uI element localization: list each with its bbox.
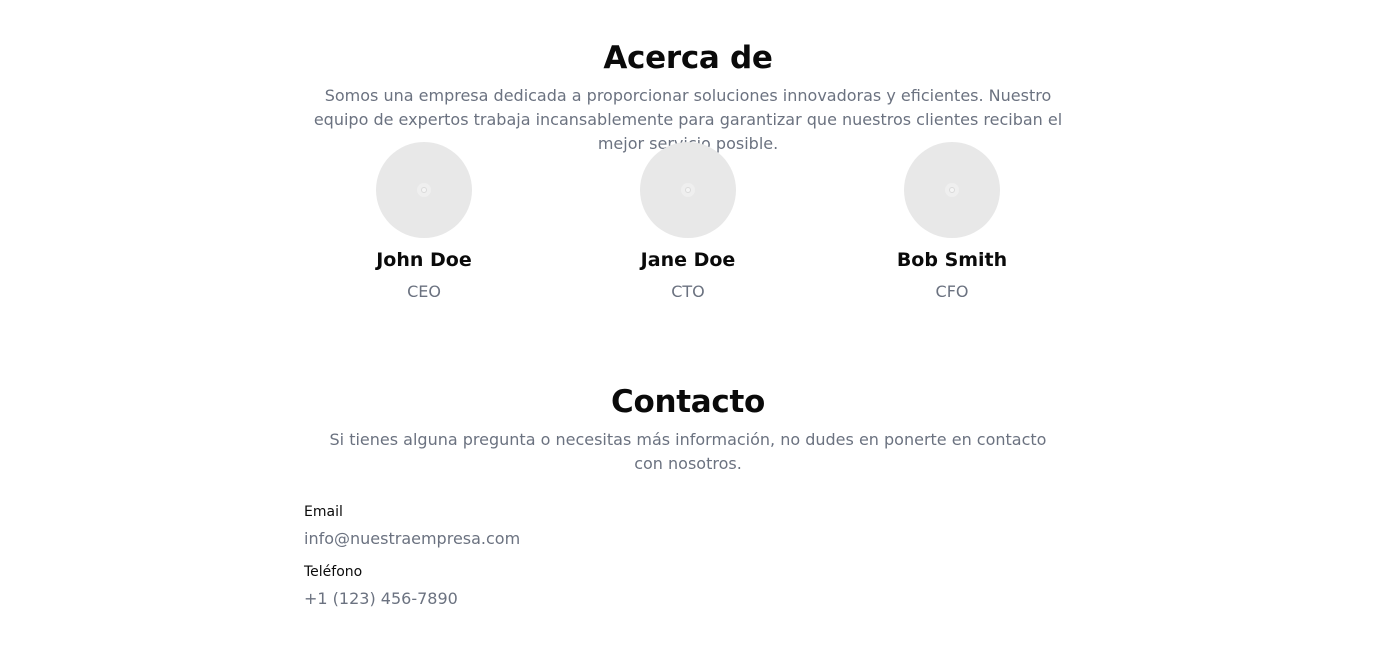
phone-value[interactable]: +1 (123) 456-7890 bbox=[304, 588, 804, 610]
contact-details: Email info@nuestraempresa.com Teléfono +… bbox=[304, 502, 804, 610]
member-role: CEO bbox=[407, 282, 441, 301]
team-member-card: Jane Doe CTO bbox=[588, 142, 788, 302]
image-placeholder-icon bbox=[681, 183, 695, 197]
email-value[interactable]: info@nuestraempresa.com bbox=[304, 528, 804, 550]
contact-title: Contacto bbox=[611, 384, 765, 420]
member-name: Bob Smith bbox=[896, 249, 1008, 271]
team-member-card: John Doe CEO bbox=[324, 142, 524, 302]
team-grid: John Doe CEO Jane Doe CTO Bob Smith CFO bbox=[0, 142, 1376, 312]
avatar bbox=[904, 142, 1000, 238]
image-placeholder-icon bbox=[417, 183, 431, 197]
member-name: Jane Doe bbox=[640, 249, 736, 271]
contact-section: Contacto Si tienes alguna pregunta o nec… bbox=[0, 382, 1376, 476]
avatar bbox=[640, 142, 736, 238]
member-name: John Doe bbox=[376, 249, 472, 271]
about-title: Acerca de bbox=[603, 40, 773, 76]
contact-description: Si tienes alguna pregunta o necesitas má… bbox=[329, 430, 1047, 473]
page: Acerca de Somos una empresa dedicada a p… bbox=[0, 0, 1376, 652]
avatar bbox=[376, 142, 472, 238]
about-section: Acerca de Somos una empresa dedicada a p… bbox=[0, 38, 1376, 156]
team-member-card: Bob Smith CFO bbox=[852, 142, 1052, 302]
member-role: CFO bbox=[935, 282, 969, 301]
image-placeholder-icon bbox=[945, 183, 959, 197]
phone-label: Teléfono bbox=[304, 564, 363, 580]
email-label: Email bbox=[304, 504, 343, 520]
member-role: CTO bbox=[671, 282, 705, 301]
email-block: Email info@nuestraempresa.com bbox=[304, 502, 804, 550]
phone-block: Teléfono +1 (123) 456-7890 bbox=[304, 562, 804, 610]
